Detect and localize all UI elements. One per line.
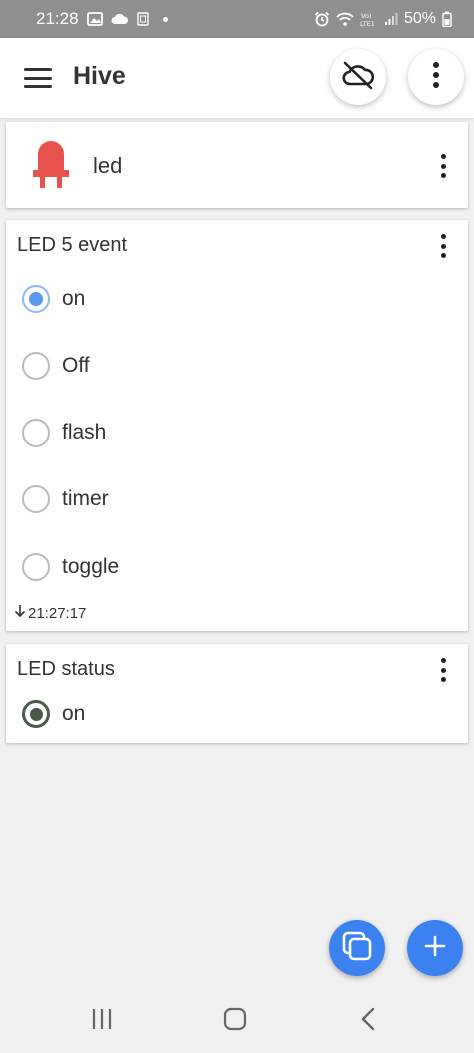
option-label: flash (62, 421, 107, 444)
volte-icon: Vo) LTE1 (360, 11, 378, 27)
event-card: LED 5 event on Off flash timer toggle 21… (6, 220, 468, 631)
status-card-title: LED status (17, 658, 115, 680)
app-title: Hive (73, 62, 126, 90)
status-indicator (22, 700, 50, 728)
led-icon (30, 140, 72, 195)
option-label: Off (62, 354, 90, 377)
copy-button[interactable] (329, 920, 385, 976)
radio-toggle[interactable] (22, 553, 50, 581)
status-label: on (62, 702, 86, 725)
radio-off[interactable] (22, 352, 50, 380)
radio-flash[interactable] (22, 419, 50, 447)
battery-icon (442, 11, 452, 27)
more-options-button[interactable] (408, 49, 464, 105)
svg-text:LTE1: LTE1 (360, 20, 375, 27)
notification-dot (162, 16, 168, 22)
cloud-off-button[interactable] (330, 49, 386, 105)
option-label: timer (62, 487, 109, 510)
menu-icon[interactable] (24, 64, 54, 92)
battery-percent: 50% (403, 10, 436, 27)
status-card-menu-icon[interactable] (431, 655, 455, 685)
device-name: led (93, 153, 123, 178)
add-icon (423, 934, 447, 963)
navigation-bar (0, 986, 474, 1053)
status-card: LED status on (6, 644, 468, 743)
option-label: on (62, 287, 86, 310)
device-menu-icon[interactable] (431, 151, 455, 181)
status-value: on (22, 696, 85, 732)
option-toggle[interactable]: toggle (22, 549, 119, 585)
radio-timer[interactable] (22, 485, 50, 513)
more-vert-icon (432, 61, 440, 94)
app-bar: Hive (0, 38, 474, 118)
option-on[interactable]: on (22, 281, 85, 317)
event-card-menu-icon[interactable] (431, 231, 455, 261)
timestamp-text: 21:27:17 (28, 604, 87, 622)
wifi-icon (336, 12, 354, 26)
recents-icon[interactable] (82, 1004, 122, 1034)
status-bar: 21:28 Vo) LTE1 50% (0, 0, 474, 38)
arrow-down-icon (14, 604, 26, 622)
radio-on[interactable] (22, 285, 50, 313)
option-flash[interactable]: flash (22, 415, 106, 451)
svg-text:Vo): Vo) (361, 12, 371, 20)
event-timestamp: 21:27:17 (14, 604, 86, 622)
option-label: toggle (62, 555, 120, 578)
back-icon[interactable] (348, 1004, 388, 1034)
device-card[interactable]: led (6, 122, 468, 208)
copy-icon (340, 929, 374, 968)
home-icon[interactable] (215, 1004, 255, 1034)
option-timer[interactable]: timer (22, 481, 109, 517)
option-off[interactable]: Off (22, 348, 90, 384)
add-button[interactable] (407, 920, 463, 976)
cloud-icon (111, 13, 129, 25)
alarm-icon (314, 11, 330, 27)
sim-icon (136, 12, 149, 26)
status-time: 21:28 (36, 9, 79, 28)
signal-icon (384, 12, 398, 26)
gallery-icon (86, 12, 103, 26)
event-card-title: LED 5 event (17, 234, 128, 256)
cloud-off-icon (341, 60, 375, 95)
